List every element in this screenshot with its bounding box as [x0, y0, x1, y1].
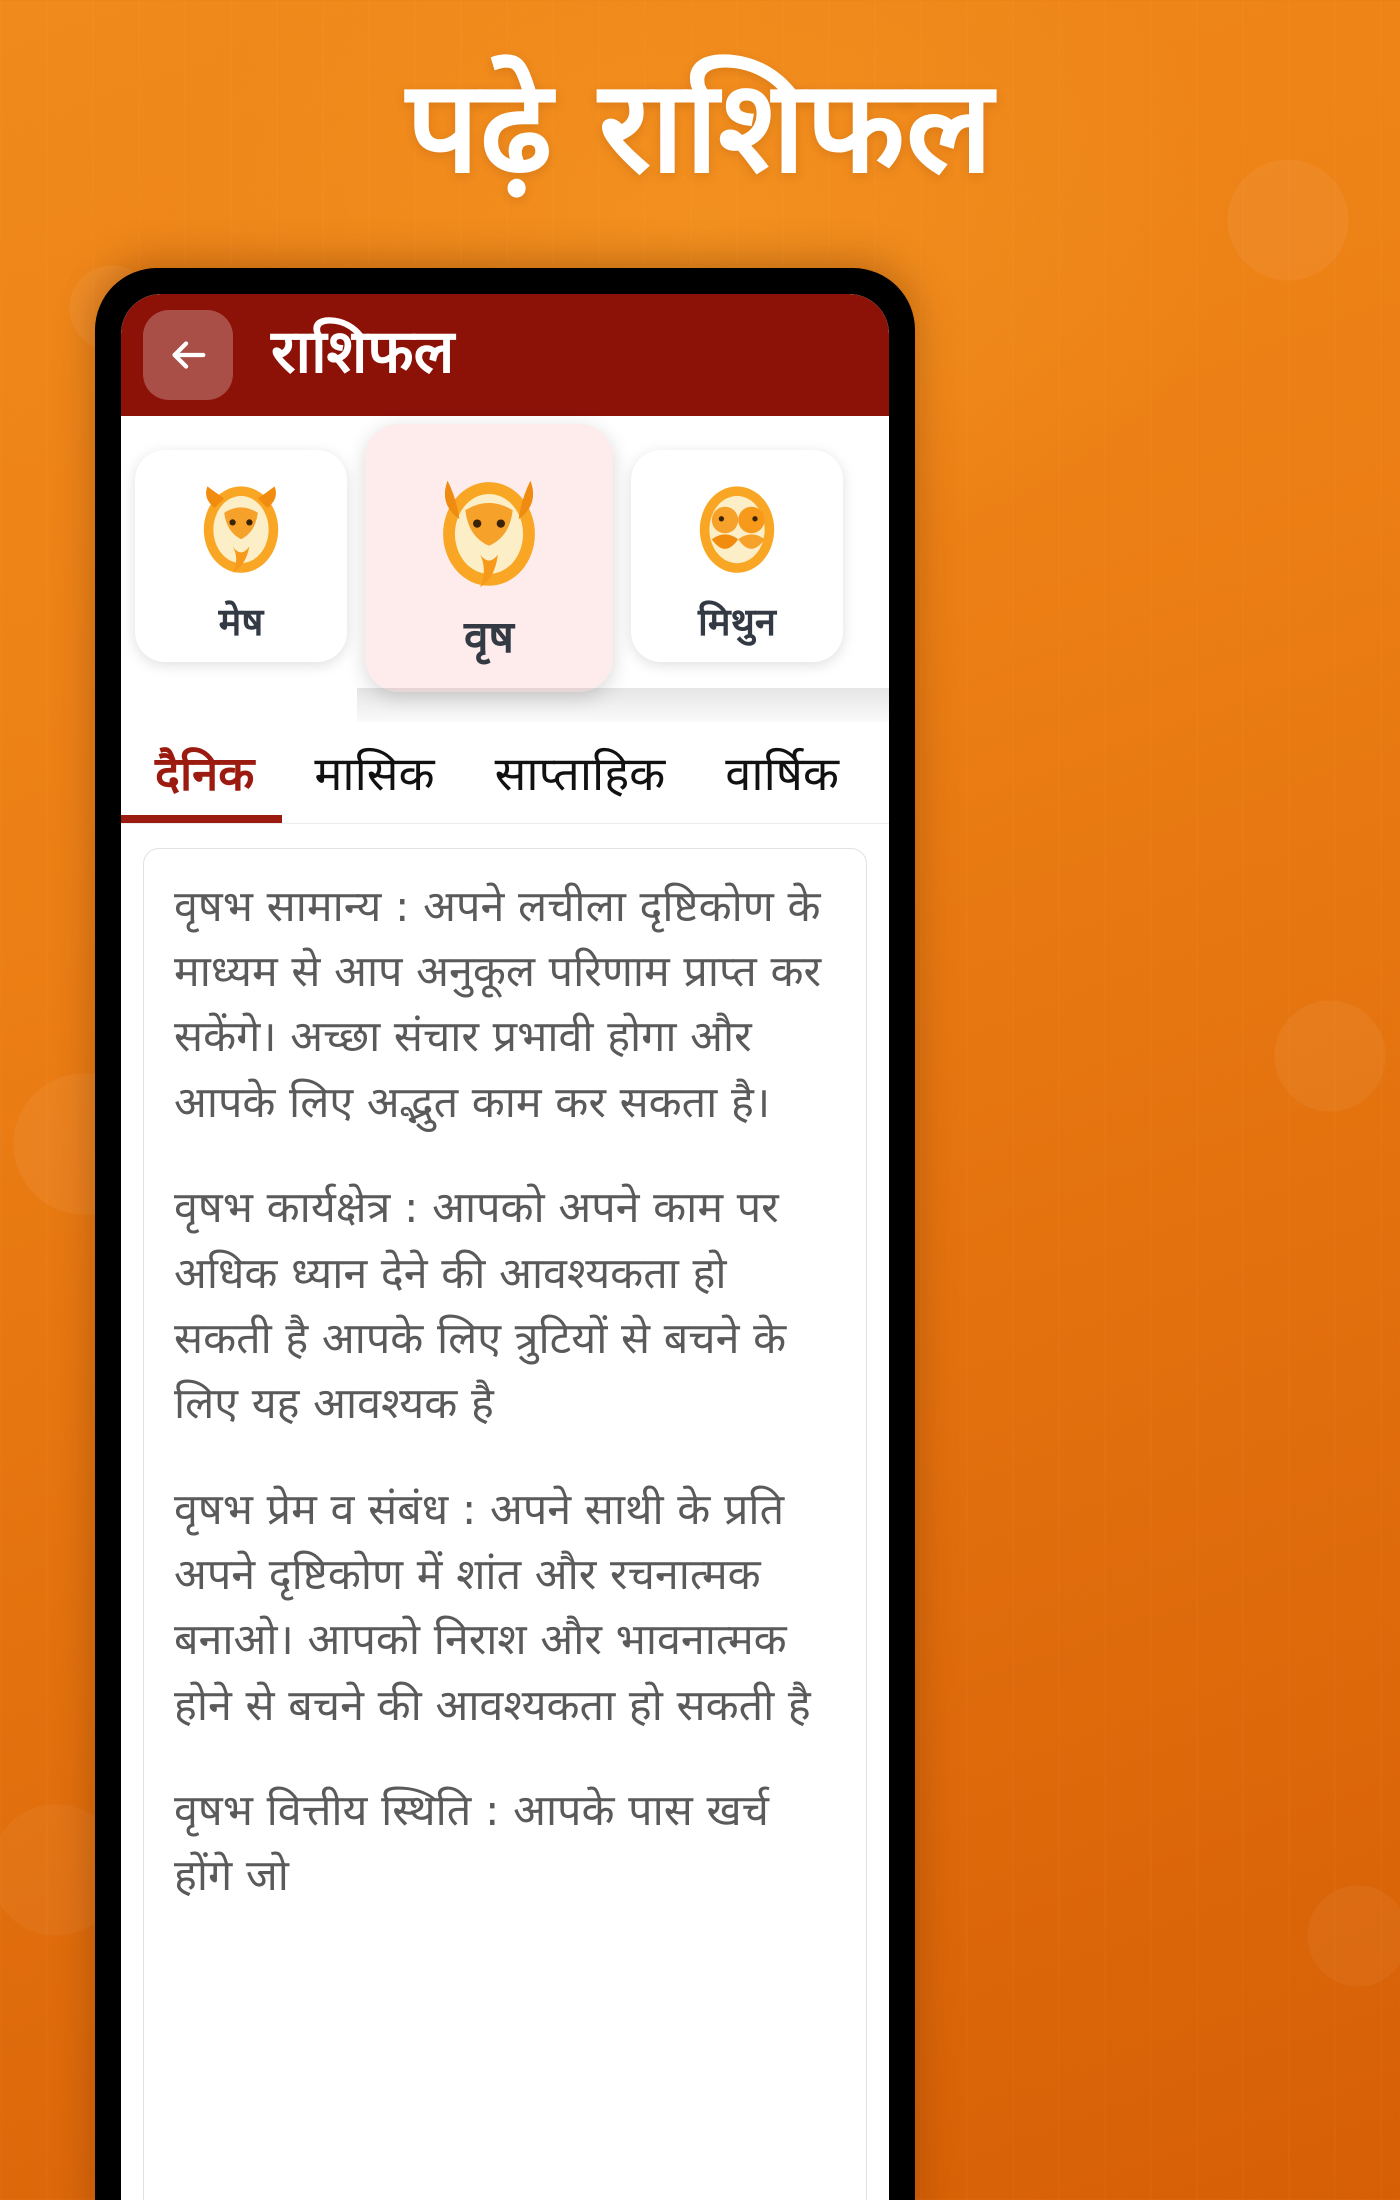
app-bar-title: राशिफल [271, 317, 455, 387]
horoscope-card: वृषभ सामान्य : अपने लचीला दृष्टिकोण के म… [143, 847, 867, 2200]
page-title: पढ़े राशिफल [406, 53, 994, 202]
tab-daily[interactable]: दैनिक [121, 736, 284, 823]
horoscope-paragraph-career: वृषभ कार्यक्षेत्र : आपको अपने काम पर अधि… [174, 1183, 787, 1430]
app-bar: राशिफल [121, 294, 889, 416]
tab-yearly[interactable]: वार्षिक [695, 736, 869, 823]
arrow-left-icon [165, 332, 211, 378]
zodiac-card-label: मिथुन [698, 599, 776, 644]
zodiac-card-label: मेष [218, 599, 264, 644]
horoscope-paragraph-general: वृषभ सामान्य : अपने लचीला दृष्टिकोण के म… [174, 881, 822, 1128]
zodiac-track: मेष वृष मिथुन [121, 416, 889, 722]
zodiac-card-taurus[interactable]: वृष [365, 424, 613, 692]
tab-monthly[interactable]: मासिक [284, 736, 464, 823]
carousel-shadow [357, 688, 889, 722]
gemini-twins-icon [677, 472, 797, 597]
zodiac-carousel[interactable]: मेष वृष मिथुन [121, 416, 889, 722]
phone-mockup-frame: राशिफल मेष वृष मिथुन दैनिक मासिक साप्ताह… [95, 268, 915, 2200]
horoscope-paragraph-love: वृषभ प्रेम व संबंध : अपने साथी के प्रति … [174, 1484, 811, 1731]
period-tabs: दैनिक मासिक साप्ताहिक वार्षिक [121, 722, 889, 824]
phone-screen: राशिफल मेष वृष मिथुन दैनिक मासिक साप्ताह… [121, 294, 889, 2200]
zodiac-card-aries[interactable]: मेष [135, 450, 347, 662]
back-button[interactable] [143, 310, 233, 400]
zodiac-card-gemini[interactable]: मिथुन [631, 450, 843, 662]
horoscope-paragraph-finance: वृषभ वित्तीय स्थिति : आपके पास खर्च होंग… [174, 1786, 769, 1902]
tab-weekly[interactable]: साप्ताहिक [465, 736, 696, 823]
horoscope-content-area[interactable]: वृषभ सामान्य : अपने लचीला दृष्टिकोण के म… [121, 823, 889, 2200]
zodiac-card-label: वृष [464, 611, 514, 663]
taurus-bull-icon [415, 457, 563, 610]
aries-ram-icon [181, 472, 301, 597]
